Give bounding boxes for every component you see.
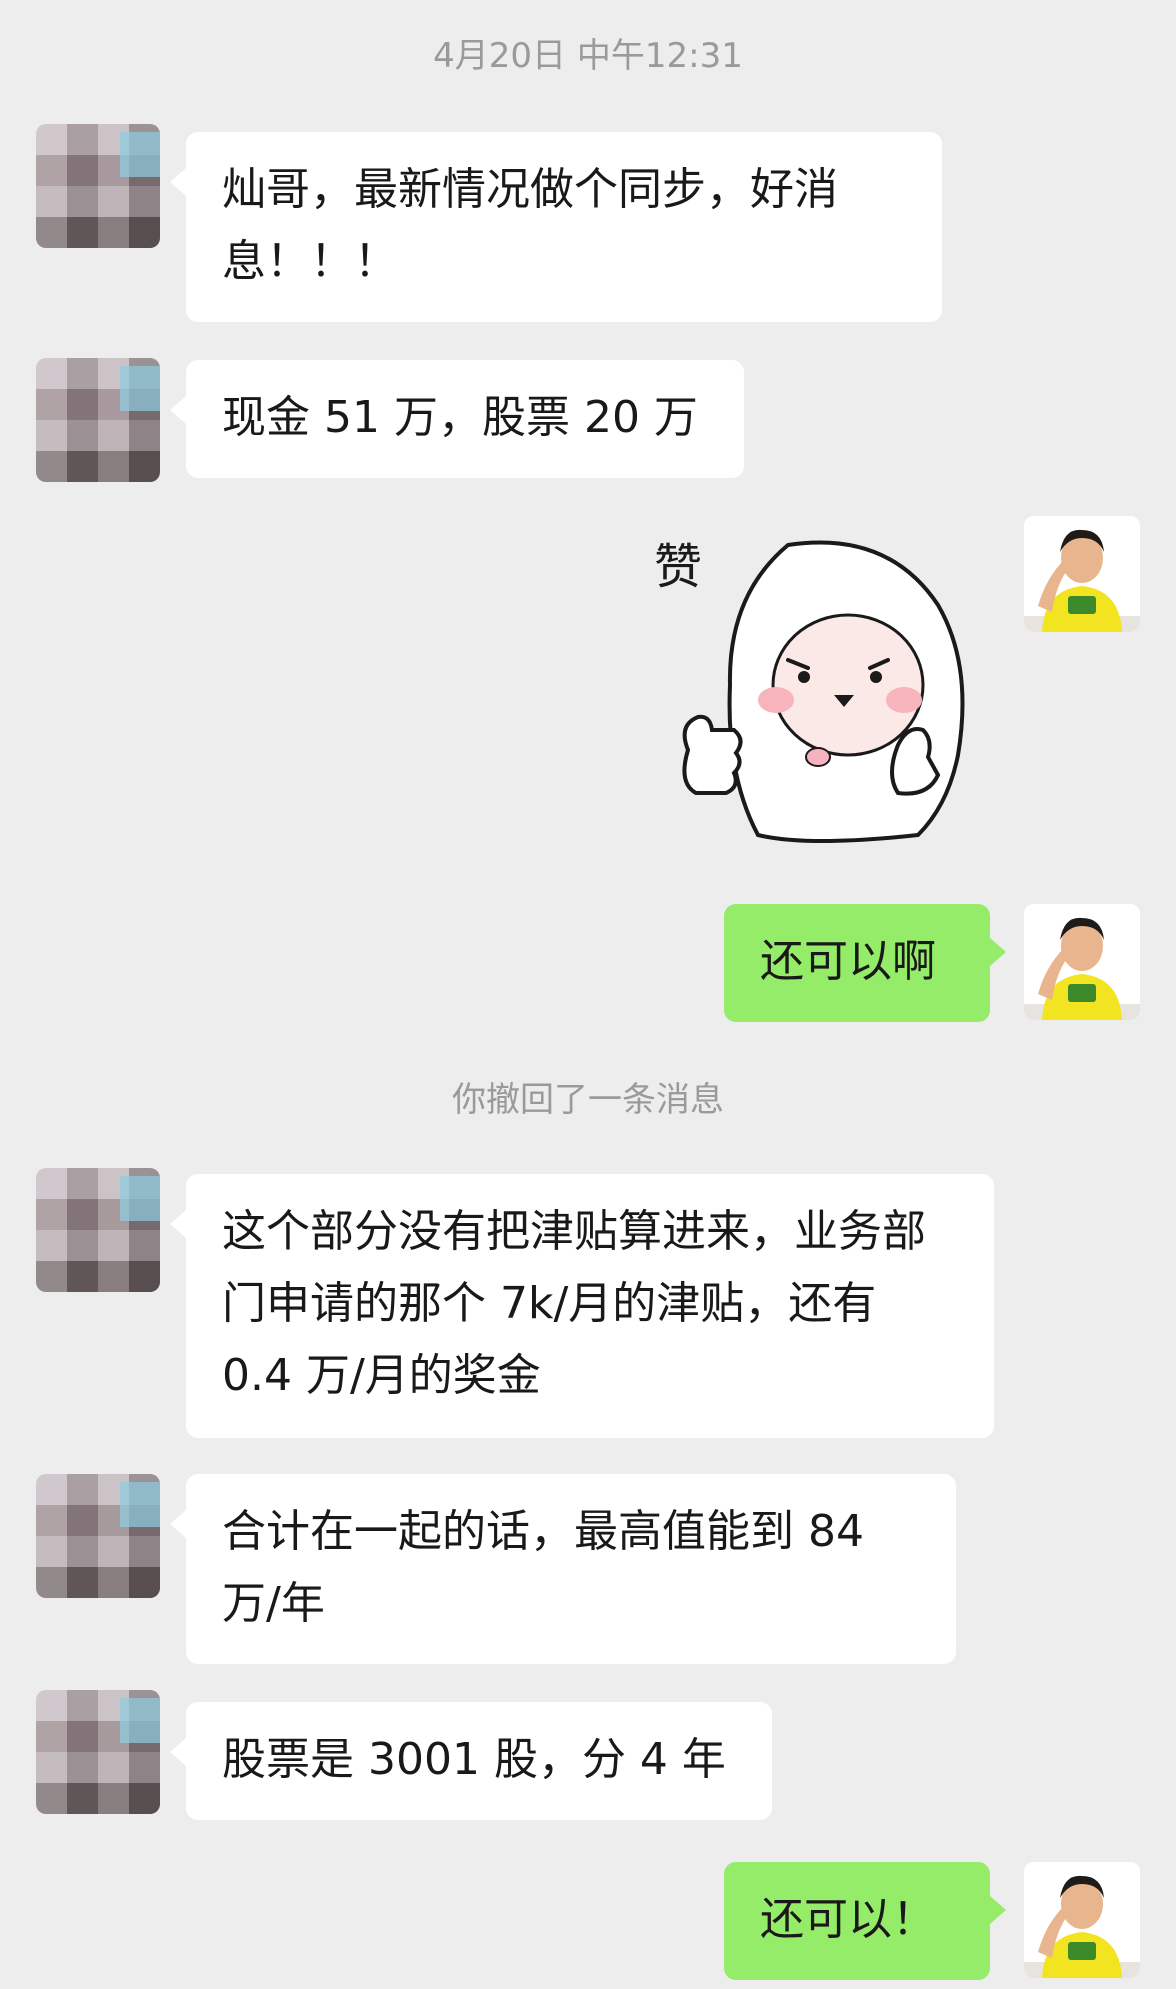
message-text: 现金 51 万，股票 20 万 (222, 392, 698, 443)
user-avatar[interactable] (1024, 516, 1140, 632)
message-text: 还可以啊 (760, 936, 936, 987)
thumbs-up-sticker[interactable]: 赞 (648, 535, 978, 845)
timestamp: 4月20日 中午12:31 (433, 36, 743, 76)
contact-avatar[interactable] (36, 124, 160, 248)
user-avatar-icon (1024, 904, 1140, 1020)
message-text: 合计在一起的话，最高值能到 84 万/年 (222, 1506, 864, 1629)
contact-avatar[interactable] (36, 1474, 160, 1598)
chat-view: 4月20日 中午12:31 灿哥，最新情况做个同步，好消息！！！ 现金 51 万… (0, 0, 1176, 1989)
sticker-caption: 赞 (654, 539, 702, 595)
message-bubble-1[interactable]: 灿哥，最新情况做个同步，好消息！！！ (170, 132, 942, 322)
message-text: 还可以！ (760, 1894, 936, 1945)
user-avatar[interactable] (1024, 1862, 1140, 1978)
message-bubble-8[interactable]: 还可以！ (724, 1862, 1006, 1980)
message-text: 股票是 3001 股，分 4 年 (222, 1734, 726, 1785)
message-bubble-5[interactable]: 这个部分没有把津贴算进来，业务部门申请的那个 7k/月的津贴，还有 0.4 万/… (170, 1174, 994, 1438)
contact-avatar[interactable] (36, 358, 160, 482)
user-avatar-icon (1024, 516, 1140, 632)
recall-notice: 你撤回了一条消息 (452, 1080, 724, 1120)
message-bubble-7[interactable]: 股票是 3001 股，分 4 年 (170, 1702, 772, 1820)
message-bubble-6[interactable]: 合计在一起的话，最高值能到 84 万/年 (170, 1474, 956, 1664)
contact-avatar[interactable] (36, 1168, 160, 1292)
user-avatar-icon (1024, 1862, 1140, 1978)
message-bubble-2[interactable]: 现金 51 万，股票 20 万 (170, 360, 744, 478)
message-text: 这个部分没有把津贴算进来，业务部门申请的那个 7k/月的津贴，还有 0.4 万/… (222, 1206, 926, 1401)
contact-avatar[interactable] (36, 1690, 160, 1814)
message-bubble-4[interactable]: 还可以啊 (724, 904, 1006, 1022)
user-avatar[interactable] (1024, 904, 1140, 1020)
message-text: 灿哥，最新情况做个同步，好消息！！！ (222, 164, 838, 287)
